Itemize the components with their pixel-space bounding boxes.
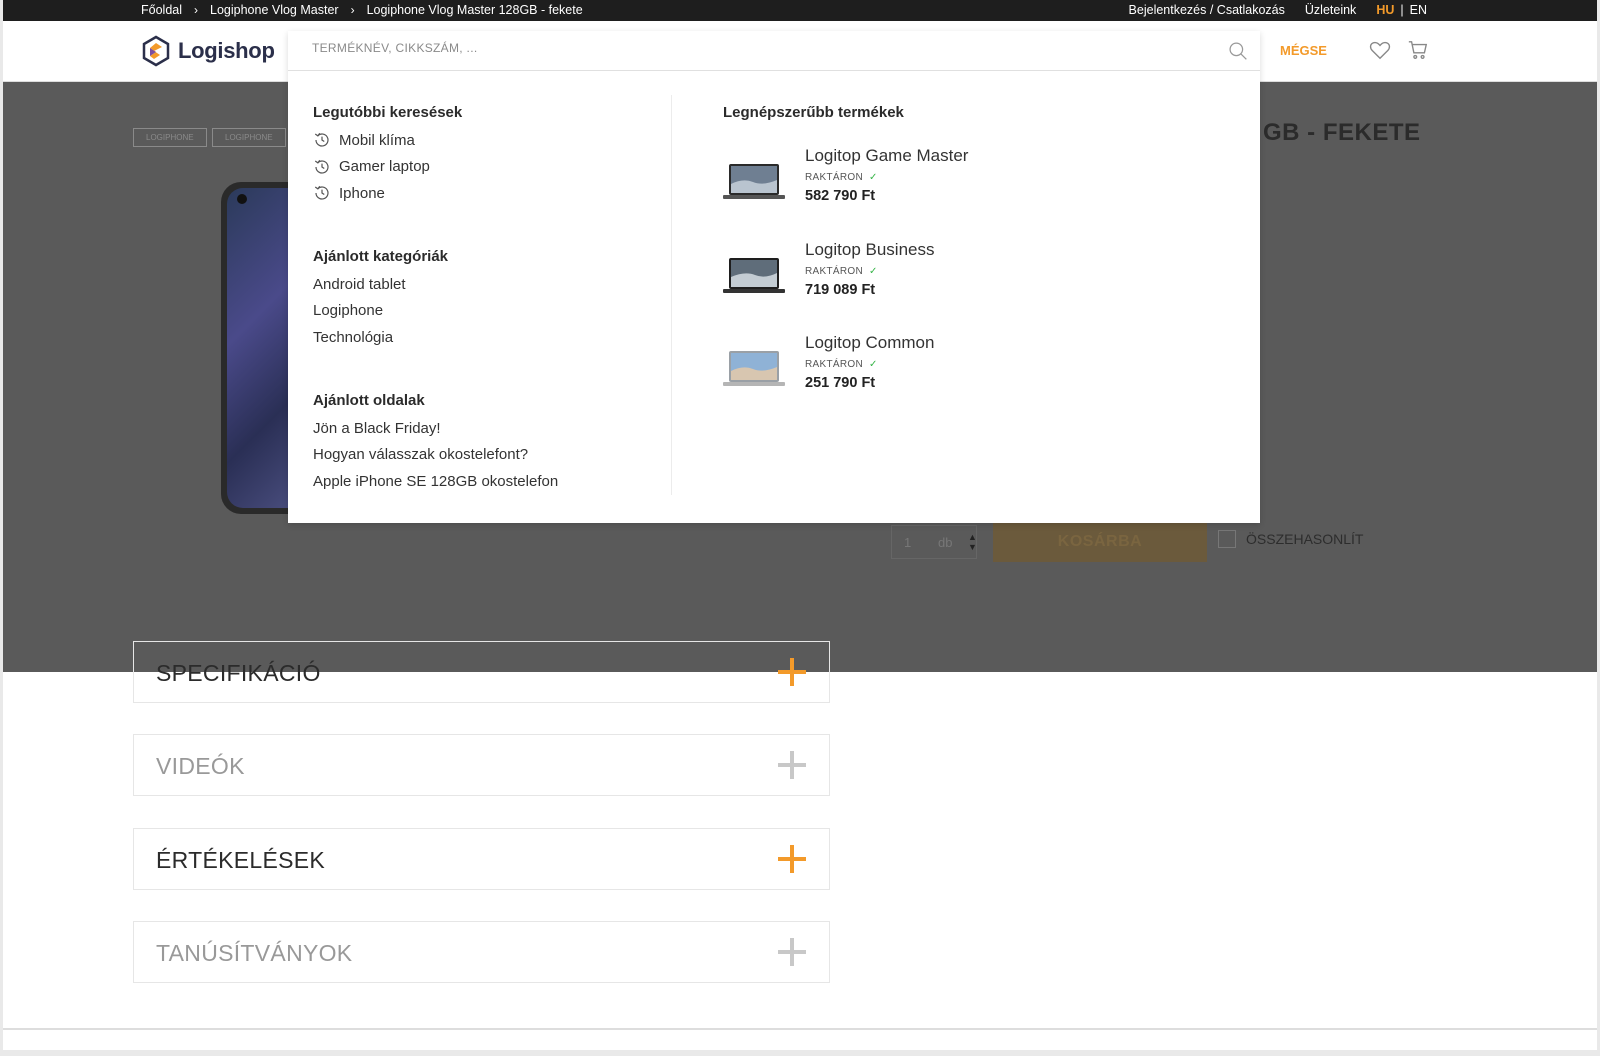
cancel-search-button[interactable]: MÉGSE: [1280, 43, 1327, 58]
quantity-value[interactable]: 1: [904, 535, 911, 550]
search-dropdown: Legutóbbi keresések Mobil klíma Gamer la…: [288, 31, 1260, 523]
stores-link[interactable]: Üzleteink: [1305, 3, 1356, 17]
logo[interactable]: Logishop: [140, 35, 275, 67]
recent-search-label: Mobil klíma: [339, 131, 415, 149]
accordion-label: VIDEÓK: [156, 753, 245, 779]
breadcrumb-category[interactable]: Logiphone Vlog Master: [210, 3, 339, 17]
accordion-specification[interactable]: SPECIFIKÁCIÓ: [133, 641, 830, 703]
laptop-thumbnail: [723, 351, 785, 386]
pages-title: Ajánlott oldalak: [313, 392, 425, 409]
lang-hu[interactable]: HU: [1376, 3, 1394, 17]
recent-searches: Legutóbbi keresések Mobil klíma Gamer la…: [313, 104, 653, 207]
stepper-arrows-icon[interactable]: ▲ ▼: [968, 532, 977, 552]
cart-icon[interactable]: [1407, 39, 1429, 61]
categories-title: Ajánlott kategóriák: [313, 248, 449, 265]
search-icon[interactable]: [1228, 41, 1248, 61]
check-icon: ✓: [868, 266, 878, 277]
page: Főoldal › Logiphone Vlog Master › Logiph…: [3, 0, 1597, 1050]
stock-status: RAKTÁRON ✓: [805, 359, 878, 370]
lang-en[interactable]: EN: [1410, 3, 1427, 17]
product-name: Logitop Game Master: [805, 146, 969, 165]
camera-dot: [237, 194, 247, 204]
column-divider: [671, 95, 672, 495]
top-bar: Főoldal › Logiphone Vlog Master › Logiph…: [3, 0, 1597, 21]
product-title: GB - FEKETE: [1263, 119, 1421, 146]
product-price: 582 790 Ft: [805, 188, 876, 204]
check-icon: ✓: [868, 172, 878, 183]
breadcrumb: Főoldal › Logiphone Vlog Master › Logiph…: [141, 3, 583, 17]
footer-divider: [3, 1028, 1597, 1030]
top-links: Bejelentkezés / Csatlakozás Üzleteink HU…: [1129, 3, 1427, 17]
recent-search-item[interactable]: Mobil klíma: [313, 127, 653, 154]
add-to-cart-button[interactable]: KOSÁRBA: [993, 522, 1207, 562]
stock-status: RAKTÁRON ✓: [805, 266, 878, 277]
compare-label: ÖSSZEHASONLÍT: [1246, 531, 1364, 547]
product-suggestion[interactable]: Logitop Business RAKTÁRON ✓ 719 089 Ft: [723, 240, 1223, 310]
product-name: Logitop Common: [805, 333, 935, 352]
chevron-right-icon: ›: [350, 3, 355, 17]
stock-label: RAKTÁRON: [805, 172, 863, 183]
language-switcher: HU | EN: [1376, 3, 1427, 17]
logo-icon: [142, 35, 170, 67]
stock-label: RAKTÁRON: [805, 266, 863, 277]
plus-icon[interactable]: [778, 658, 806, 686]
recommended-pages: Ajánlott oldalak Jön a Black Friday! Hog…: [313, 392, 653, 495]
product-suggestion[interactable]: Logitop Common RAKTÁRON ✓ 251 790 Ft: [723, 333, 1223, 403]
category-link[interactable]: Technológia: [313, 324, 653, 351]
search-input[interactable]: [312, 41, 1192, 55]
compare-toggle[interactable]: ÖSSZEHASONLÍT: [1218, 530, 1363, 548]
recommended-categories: Ajánlott kategóriák Android tablet Logip…: [313, 248, 653, 351]
recent-search-label: Gamer laptop: [339, 158, 430, 176]
breadcrumb-current: Logiphone Vlog Master 128GB - fekete: [366, 3, 583, 17]
product-tag[interactable]: LOGIPHONE: [133, 128, 207, 147]
header-icons: [1369, 39, 1429, 61]
quantity-unit: db: [938, 535, 953, 550]
accordion-label: ÉRTÉKELÉSEK: [156, 847, 326, 873]
quantity-stepper[interactable]: 1 db ▲ ▼: [891, 525, 977, 559]
recent-searches-title: Legutóbbi keresések: [313, 104, 463, 121]
product-price: 251 790 Ft: [805, 375, 876, 391]
product-tag[interactable]: LOGIPHONE: [212, 128, 286, 147]
accordion-certificates[interactable]: TANÚSÍTVÁNYOK: [133, 921, 830, 983]
laptop-thumbnail: [723, 164, 785, 199]
recent-search-item[interactable]: Iphone: [313, 180, 653, 207]
heart-icon[interactable]: [1369, 39, 1391, 61]
category-link[interactable]: Android tablet: [313, 271, 653, 298]
popular-products: Legnépszerűbb termékek Logitop Game Mast…: [723, 104, 968, 391]
history-icon: [314, 186, 329, 200]
product-suggestion[interactable]: Logitop Game Master RAKTÁRON ✓ 582 790 Ft: [723, 146, 1223, 216]
accordion-reviews[interactable]: ÉRTÉKELÉSEK: [133, 828, 830, 890]
product-price: 719 089 Ft: [805, 282, 876, 298]
stock-status: RAKTÁRON ✓: [805, 172, 878, 183]
plus-icon[interactable]: [778, 751, 806, 779]
history-icon: [314, 133, 329, 147]
page-link[interactable]: Hogyan válasszak okostelefont?: [313, 442, 653, 469]
search-bar: [288, 31, 1260, 71]
breadcrumb-home[interactable]: Főoldal: [141, 3, 182, 17]
lang-separator: |: [1400, 3, 1404, 17]
laptop-thumbnail: [723, 258, 785, 293]
page-link[interactable]: Jön a Black Friday!: [313, 415, 653, 442]
history-icon: [314, 159, 329, 174]
recent-search-label: Iphone: [339, 184, 385, 202]
accordion-videos[interactable]: VIDEÓK: [133, 734, 830, 796]
category-link[interactable]: Logiphone: [313, 298, 653, 325]
product-name: Logitop Business: [805, 240, 935, 259]
logo-text: Logishop: [178, 38, 275, 63]
recent-search-item[interactable]: Gamer laptop: [313, 154, 653, 181]
plus-icon[interactable]: [778, 845, 806, 873]
plus-icon[interactable]: [778, 938, 806, 966]
accordion-label: TANÚSÍTVÁNYOK: [156, 940, 353, 966]
page-link[interactable]: Apple iPhone SE 128GB okostelefon: [313, 468, 653, 495]
compare-checkbox[interactable]: [1218, 530, 1236, 548]
chevron-right-icon: ›: [194, 3, 198, 17]
popular-products-title: Legnépszerűbb termékek: [723, 104, 904, 121]
stock-label: RAKTÁRON: [805, 359, 863, 370]
login-link[interactable]: Bejelentkezés / Csatlakozás: [1129, 3, 1285, 17]
check-icon: ✓: [868, 359, 878, 370]
accordion-label: SPECIFIKÁCIÓ: [156, 660, 321, 686]
